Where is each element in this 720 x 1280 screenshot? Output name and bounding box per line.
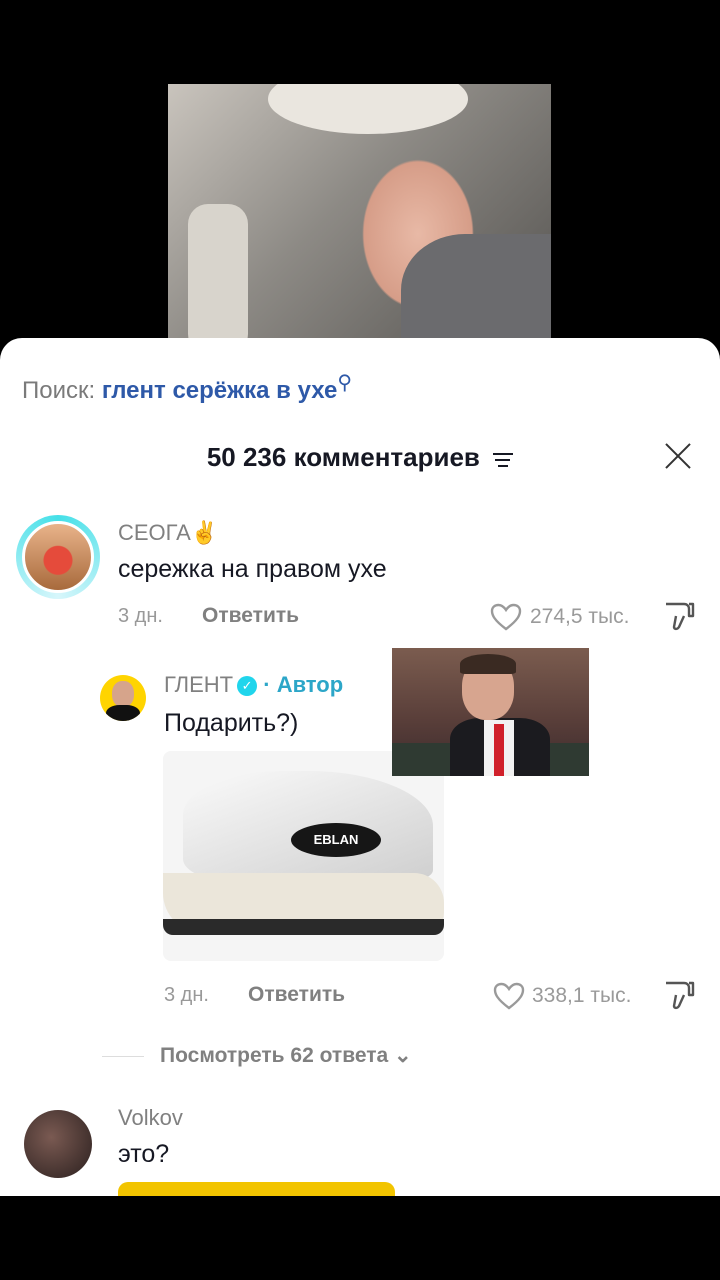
video-cap xyxy=(268,84,468,134)
comments-count-header: 50 236 комментариев xyxy=(0,442,720,473)
comment-text: это? xyxy=(118,1140,170,1168)
comment-image-thumbnail[interactable] xyxy=(118,1182,395,1196)
reply-age: 3 дн. xyxy=(164,984,209,1006)
sneaker-logo-text: EBLAN xyxy=(291,823,381,857)
video-player[interactable] xyxy=(168,84,551,346)
search-prefix: Поиск: xyxy=(22,377,96,404)
comments-count: 50 236 комментариев xyxy=(206,442,480,472)
bottom-bar xyxy=(0,1196,720,1280)
close-icon[interactable] xyxy=(664,442,692,470)
like-heart-icon[interactable] xyxy=(493,982,525,1010)
avatar[interactable] xyxy=(24,1110,92,1178)
comment-username[interactable]: СЕОГА✌️ xyxy=(118,520,218,546)
comment-username[interactable]: Volkov xyxy=(118,1105,183,1131)
verified-badge-icon: ✓ xyxy=(237,676,258,697)
video-hood xyxy=(401,234,551,346)
dislike-icon[interactable] xyxy=(662,979,696,1011)
dislike-icon[interactable] xyxy=(662,600,696,632)
reply-image-sneaker[interactable]: EBLAN xyxy=(163,751,444,961)
avatar[interactable] xyxy=(16,515,100,599)
search-suggestion[interactable]: Поиск: глент серёжка в ухе⚲ xyxy=(22,370,352,405)
author-label: · Автор xyxy=(263,672,344,697)
like-count: 274,5 тыс. xyxy=(530,605,630,628)
reply-button[interactable]: Ответить xyxy=(248,983,345,1007)
reply-username-row: ГЛЕНТ ✓ · Автор xyxy=(164,672,343,698)
floating-video-thumbnail[interactable] xyxy=(392,648,589,776)
comment-text: сережка на правом ухе xyxy=(118,555,387,583)
divider xyxy=(102,1056,144,1057)
search-icon: ⚲ xyxy=(337,372,352,394)
sort-filter-icon[interactable] xyxy=(493,451,514,468)
avatar[interactable] xyxy=(100,675,146,721)
search-query[interactable]: глент серёжка в ухе xyxy=(102,377,338,404)
reply-button[interactable]: Ответить xyxy=(202,604,299,628)
reply-username[interactable]: ГЛЕНТ xyxy=(164,672,233,697)
reply-text: Подарить?) xyxy=(164,709,299,737)
like-count: 338,1 тыс. xyxy=(532,984,632,1007)
like-heart-icon[interactable] xyxy=(490,603,522,631)
comment-age: 3 дн. xyxy=(118,605,163,627)
view-replies-button[interactable]: Посмотреть 62 ответа ⌄ xyxy=(160,1043,412,1068)
comments-sheet: Поиск: глент серёжка в ухе⚲ 50 236 комме… xyxy=(0,338,720,1196)
video-seat xyxy=(188,204,248,346)
